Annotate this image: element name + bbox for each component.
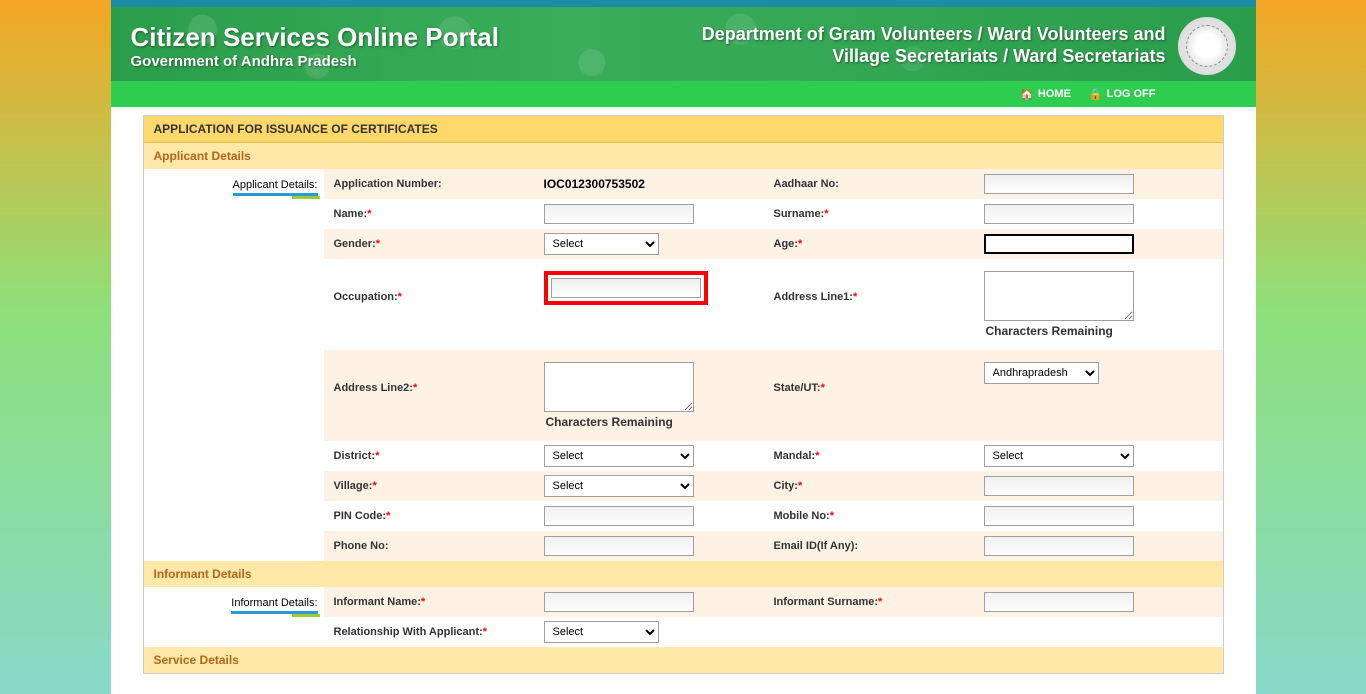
informant-surname-input[interactable]	[984, 592, 1134, 612]
panel-title: APPLICATION FOR ISSUANCE OF CERTIFICATES	[144, 116, 1223, 143]
lock-icon: 🔒	[1089, 88, 1103, 101]
label-relation: Relationship With Applicant:*	[324, 620, 534, 644]
portal-subtitle: Government of Andhra Pradesh	[131, 53, 499, 70]
relation-select[interactable]: Select	[544, 621, 659, 643]
label-email: Email ID(If Any):	[764, 534, 974, 558]
site-header: Citizen Services Online Portal Governmen…	[111, 7, 1256, 81]
label-addr1: Address Line1:*	[764, 267, 974, 309]
addr1-textarea[interactable]	[984, 271, 1134, 321]
email-input[interactable]	[984, 536, 1134, 556]
label-district: District:*	[324, 444, 534, 468]
label-occupation: Occupation:*	[324, 267, 534, 309]
service-section-title: Service Details	[144, 647, 1223, 673]
label-app-number: Application Number:	[324, 172, 534, 196]
mobile-input[interactable]	[984, 506, 1134, 526]
label-surname: Surname:*	[764, 202, 974, 226]
top-nav: 🏠HOME 🔒LOG OFF	[111, 81, 1256, 107]
mandal-select[interactable]: Select	[984, 445, 1134, 467]
state-select[interactable]: Andhrapradesh	[984, 362, 1099, 384]
label-inf-surname: Informant Surname:*	[764, 590, 974, 614]
label-city: City:*	[764, 474, 974, 498]
addr1-chars-remaining: Characters Remaining	[984, 324, 1213, 338]
label-pin: PIN Code:*	[324, 504, 534, 528]
label-age: Age:*	[764, 232, 974, 256]
applicant-tab: Applicant Details:	[144, 169, 324, 561]
name-input[interactable]	[544, 204, 694, 224]
city-input[interactable]	[984, 476, 1134, 496]
department-name: Department of Gram Volunteers / Ward Vol…	[702, 24, 1166, 67]
label-phone: Phone No:	[324, 534, 534, 558]
nav-logoff[interactable]: 🔒LOG OFF	[1089, 88, 1156, 101]
label-mandal: Mandal:*	[764, 444, 974, 468]
label-gender: Gender:*	[324, 232, 534, 256]
phone-input[interactable]	[544, 536, 694, 556]
value-app-number: IOC012300753502	[544, 177, 645, 191]
addr2-chars-remaining: Characters Remaining	[544, 415, 754, 429]
application-panel: APPLICATION FOR ISSUANCE OF CERTIFICATES…	[143, 115, 1224, 674]
occupation-input[interactable]	[551, 278, 701, 298]
label-state: State/UT:*	[764, 358, 974, 400]
label-mobile: Mobile No:*	[764, 504, 974, 528]
label-addr2: Address Line2:*	[324, 358, 534, 400]
home-icon: 🏠	[1020, 88, 1034, 101]
age-input[interactable]	[984, 234, 1134, 254]
village-select[interactable]: Select	[544, 475, 694, 497]
state-emblem-icon	[1178, 17, 1236, 75]
portal-title: Citizen Services Online Portal	[131, 22, 499, 53]
label-name: Name:*	[324, 202, 534, 226]
pin-input[interactable]	[544, 506, 694, 526]
label-village: Village:*	[324, 474, 534, 498]
label-inf-name: Informant Name:*	[324, 590, 534, 614]
aadhaar-input[interactable]	[984, 174, 1134, 194]
informant-tab: Informant Details:	[144, 587, 324, 647]
applicant-section-title: Applicant Details	[144, 143, 1223, 169]
district-select[interactable]: Select	[544, 445, 694, 467]
informant-name-input[interactable]	[544, 592, 694, 612]
informant-section-title: Informant Details	[144, 561, 1223, 587]
nav-home[interactable]: 🏠HOME	[1020, 88, 1071, 101]
surname-input[interactable]	[984, 204, 1134, 224]
addr2-textarea[interactable]	[544, 362, 694, 412]
gender-select[interactable]: Select	[544, 233, 659, 255]
label-aadhaar: Aadhaar No:	[764, 172, 974, 196]
